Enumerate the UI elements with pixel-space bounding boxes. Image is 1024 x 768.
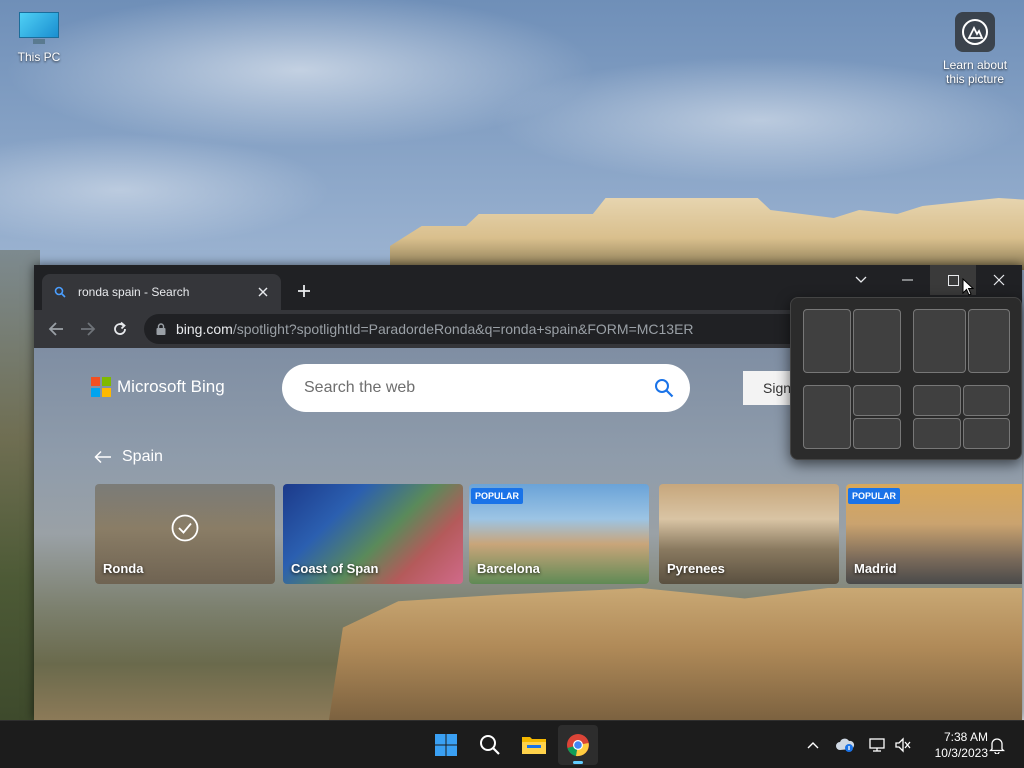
desktop-icon-learn-about-picture[interactable]: Learn about this picture: [938, 12, 1012, 86]
this-pc-icon: [19, 12, 59, 44]
card-name: Coast of Span: [291, 561, 379, 576]
close-icon: [993, 274, 1005, 286]
snap-zone[interactable]: [968, 309, 1010, 373]
card-pyrenees[interactable]: Pyrenees: [659, 484, 839, 584]
snap-zone[interactable]: [963, 418, 1010, 449]
volume-muted-tray-icon[interactable]: [891, 733, 915, 757]
card-name: Ronda: [103, 561, 144, 576]
checkmark-circle-icon: [171, 514, 199, 547]
card-madrid[interactable]: POPULAR Madrid: [846, 484, 1022, 584]
minimize-button[interactable]: [884, 265, 930, 295]
arrow-left-icon: [48, 322, 63, 336]
card-ronda[interactable]: Ronda: [95, 484, 275, 584]
card-name: Madrid: [854, 561, 897, 576]
new-tab-button[interactable]: [292, 279, 316, 303]
onedrive-tray-icon[interactable]: [833, 733, 857, 757]
cloud-icon: [836, 738, 855, 752]
clock-time: 7:38 AM: [943, 730, 988, 744]
popular-badge: POPULAR: [471, 488, 524, 504]
search-box: [282, 364, 690, 412]
spotlight-carousel: Ronda Coast of Span POPULAR Barcelona Py…: [95, 484, 1022, 584]
snap-zone[interactable]: [853, 309, 901, 373]
close-window-button[interactable]: [976, 265, 1022, 295]
folder-icon: [522, 737, 546, 754]
back-label: Spain: [122, 448, 163, 465]
address-bar[interactable]: bing.com/spotlight?spotlightId=Paradorde…: [144, 314, 844, 344]
clock-date: 10/3/2023: [934, 746, 988, 760]
back-to-spain[interactable]: Spain: [94, 448, 163, 466]
desktop-icon-this-pc[interactable]: This PC: [8, 12, 70, 64]
file-explorer-button[interactable]: [514, 725, 554, 765]
maximize-icon: [947, 274, 959, 286]
chevron-down-icon: [855, 276, 867, 283]
speaker-muted-icon: [895, 737, 911, 753]
snap-zone[interactable]: [803, 385, 851, 449]
microsoft-logo-icon: [91, 377, 111, 397]
forward-button[interactable]: [76, 317, 100, 341]
snap-zone[interactable]: [913, 309, 966, 373]
show-hidden-icons-button[interactable]: [801, 733, 825, 757]
url-domain: bing.com: [176, 321, 233, 337]
system-clock[interactable]: 7:38 AM 10/3/2023: [918, 729, 988, 761]
arrow-left-icon: [94, 450, 112, 464]
network-tray-icon[interactable]: [865, 733, 889, 757]
minimize-icon: [901, 279, 913, 281]
snap-zone[interactable]: [913, 418, 961, 449]
camera-info-icon: [955, 12, 995, 52]
bing-logo[interactable]: Microsoft Bing: [91, 377, 225, 397]
bing-logo-text: Microsoft Bing: [117, 377, 225, 396]
mouse-cursor-icon: [962, 277, 975, 301]
snap-layouts-flyout: [790, 297, 1022, 460]
snap-zone[interactable]: [803, 309, 851, 373]
tab-bing-search[interactable]: ronda spain - Search: [42, 274, 281, 310]
monitor-network-icon: [869, 738, 885, 752]
snap-zone[interactable]: [963, 385, 1010, 416]
windows-logo-icon: [435, 734, 457, 756]
taskbar-search-button[interactable]: [470, 725, 510, 765]
tab-search-button[interactable]: [838, 265, 884, 295]
notifications-button[interactable]: [985, 733, 1009, 757]
card-name: Pyrenees: [667, 561, 725, 576]
card-barcelona[interactable]: POPULAR Barcelona: [469, 484, 649, 584]
url-path: /spotlight?spotlightId=ParadordeRonda&q=…: [232, 321, 694, 337]
search-input[interactable]: [302, 378, 654, 398]
desktop-icon-label: This PC: [17, 50, 61, 64]
chrome-taskbar-button[interactable]: [558, 725, 598, 765]
tab-close-icon[interactable]: [251, 280, 275, 304]
chevron-up-icon: [807, 742, 819, 749]
snap-zone[interactable]: [853, 385, 901, 416]
search-icon: [480, 735, 500, 755]
bell-icon: [989, 738, 1005, 754]
background-cliff: [329, 588, 1022, 720]
search-favicon-icon: [54, 286, 66, 298]
snap-zone[interactable]: [913, 385, 961, 416]
arrow-right-icon: [81, 322, 96, 336]
card-name: Barcelona: [477, 561, 540, 576]
tab-title: ronda spain - Search: [78, 285, 190, 299]
card-coast-of-span[interactable]: Coast of Span: [283, 484, 463, 584]
taskbar: 7:38 AM 10/3/2023: [0, 720, 1024, 768]
popular-badge: POPULAR: [848, 488, 901, 504]
start-button[interactable]: [426, 725, 466, 765]
reload-icon: [114, 321, 126, 335]
wallpaper-town: [390, 198, 1024, 270]
back-button[interactable]: [44, 317, 68, 341]
lock-icon[interactable]: [156, 323, 166, 335]
snap-zone[interactable]: [853, 418, 901, 449]
desktop-icon-label: Learn about this picture: [942, 58, 1008, 86]
search-icon[interactable]: [654, 378, 674, 398]
chrome-icon: [567, 734, 589, 757]
reload-button[interactable]: [108, 317, 132, 341]
